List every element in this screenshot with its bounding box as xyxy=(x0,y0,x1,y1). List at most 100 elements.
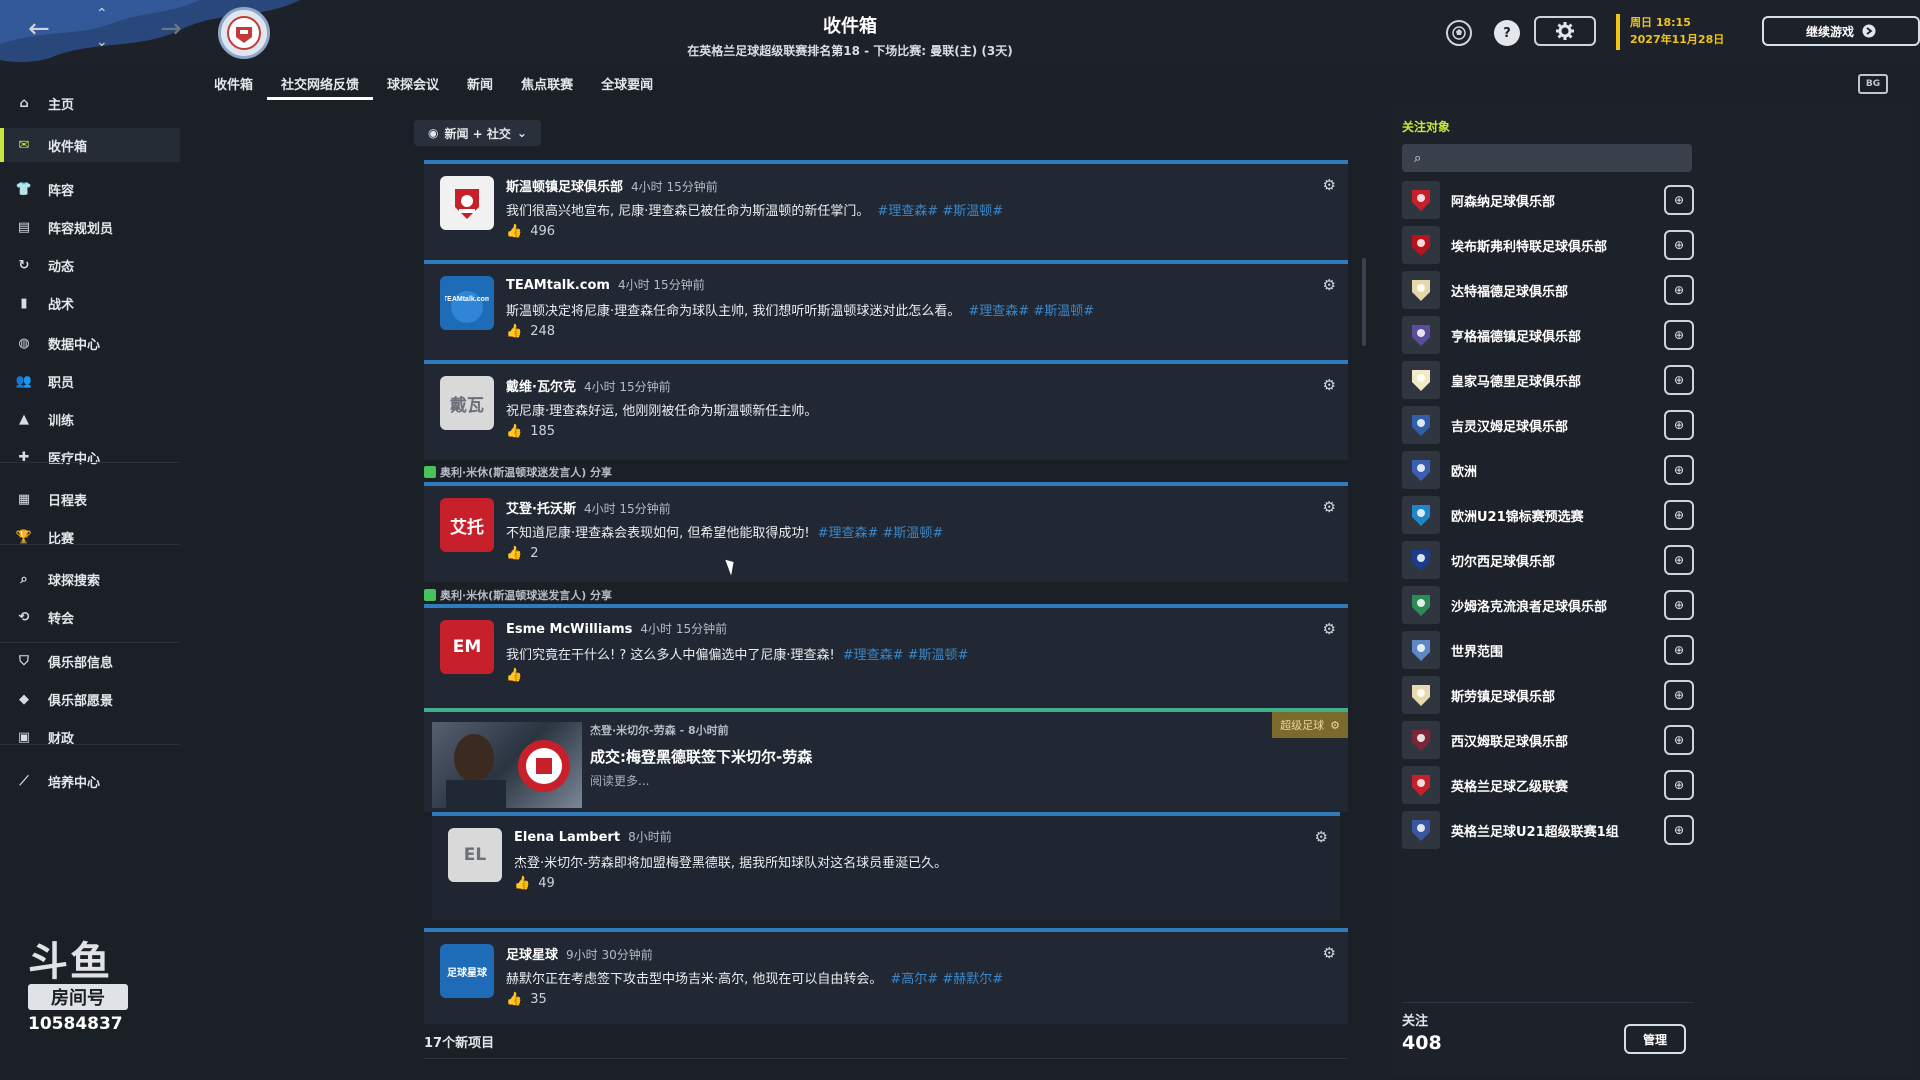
settings-button[interactable] xyxy=(1534,16,1596,46)
following-search-input[interactable]: ⌕ xyxy=(1402,144,1692,172)
following-item[interactable]: 沙姆洛克流浪者足球俱乐部 ⊕ xyxy=(1402,585,1694,625)
follow-add-icon[interactable]: ⊕ xyxy=(1664,500,1694,530)
sidebar-item-finance[interactable]: ▣ 财政 xyxy=(0,720,180,754)
gear-icon[interactable]: ⚙ xyxy=(1330,719,1340,732)
sidebar-item-dynamics[interactable]: ↻ 动态 xyxy=(0,248,180,282)
tab-inbox[interactable]: 收件箱 xyxy=(200,70,267,100)
feed-post[interactable]: 艾托 艾登·托沃斯 4小时 15分钟前 不知道尼康·理查森会表现如何, 但希望他能… xyxy=(424,482,1348,582)
help-icon[interactable]: ? xyxy=(1494,20,1520,46)
news-reply-post[interactable]: EL Elena Lambert 8小时前 杰登·米切尔-劳森即将加盟梅登黑德联,… xyxy=(432,812,1340,920)
sidebar-item-home[interactable]: ⌂ 主页 xyxy=(0,86,180,120)
tab-news[interactable]: 新闻 xyxy=(453,70,507,100)
new-items-count[interactable]: 17个新项目 xyxy=(424,1032,494,1051)
following-item[interactable]: 切尔西足球俱乐部 ⊕ xyxy=(1402,540,1694,580)
post-likes[interactable]: 👍 248 xyxy=(506,324,555,339)
follow-add-icon[interactable]: ⊕ xyxy=(1664,545,1694,575)
gear-icon[interactable]: ⚙ xyxy=(1323,376,1336,394)
sidebar-item-inbox[interactable]: ✉ 收件箱 xyxy=(0,128,180,162)
post-author[interactable]: 斯温顿镇足球俱乐部 xyxy=(506,180,623,195)
club-badge[interactable] xyxy=(218,7,270,59)
forward-arrow-icon[interactable]: → xyxy=(160,14,182,44)
gear-icon[interactable]: ⚙ xyxy=(1323,944,1336,962)
gear-icon[interactable]: ⚙ xyxy=(1315,828,1328,846)
following-item[interactable]: 西汉姆联足球俱乐部 ⊕ xyxy=(1402,720,1694,760)
sidebar-item-development[interactable]: ⟋ 培养中心 xyxy=(0,764,180,798)
sidebar-item-vision[interactable]: ◆ 俱乐部愿景 xyxy=(0,682,180,716)
feed-scrollbar[interactable] xyxy=(1362,258,1366,346)
sidebar-item-staff[interactable]: 👥 职员 xyxy=(0,364,180,398)
following-item[interactable]: 达特福德足球俱乐部 ⊕ xyxy=(1402,270,1694,310)
layout-toggle-icon[interactable]: BG xyxy=(1858,74,1888,94)
post-tags[interactable]: #理查森# #斯温顿# xyxy=(843,648,969,663)
follow-add-icon[interactable]: ⊕ xyxy=(1664,410,1694,440)
post-author[interactable]: Elena Lambert xyxy=(514,830,620,845)
read-more-link[interactable]: 阅读更多... xyxy=(590,772,649,789)
feed-post[interactable]: EM Esme McWilliams 4小时 15分钟前 我们究竟在干什么! ? … xyxy=(424,604,1348,708)
follow-add-icon[interactable]: ⊕ xyxy=(1664,590,1694,620)
post-likes[interactable]: 👍 2 xyxy=(506,546,538,561)
chevron-up-icon[interactable]: ⌃ xyxy=(96,6,108,22)
tab-world-news[interactable]: 全球要闻 xyxy=(587,70,667,100)
gear-icon[interactable]: ⚙ xyxy=(1323,620,1336,638)
sidebar-item-medical[interactable]: ✚ 医疗中心 xyxy=(0,440,180,474)
continue-button[interactable]: 继续游戏 xyxy=(1762,16,1920,46)
sidebar-item-clipboard[interactable]: ▤ 阵容规划员 xyxy=(0,210,180,244)
following-item[interactable]: 欧洲U21锦标赛预选赛 ⊕ xyxy=(1402,495,1694,535)
post-author[interactable]: 戴维·瓦尔克 xyxy=(506,380,576,395)
tab-focus-leagues[interactable]: 焦点联赛 xyxy=(507,70,587,100)
follow-add-icon[interactable]: ⊕ xyxy=(1664,815,1694,845)
news-card[interactable]: 杰登·米切尔-劳森 - 8小时前 成交:梅登黑德联签下米切尔-劳森 阅读更多..… xyxy=(424,708,1348,812)
following-item[interactable]: 亨格福德镇足球俱乐部 ⊕ xyxy=(1402,315,1694,355)
football-icon[interactable] xyxy=(1446,20,1472,46)
sidebar-item-tactics[interactable]: ▮ 战术 xyxy=(0,286,180,320)
back-arrow-icon[interactable]: ← xyxy=(28,14,50,44)
post-tags[interactable]: #理查森# #斯温顿# xyxy=(877,204,1003,219)
follow-add-icon[interactable]: ⊕ xyxy=(1664,230,1694,260)
sidebar-item-shield[interactable]: ⛉ 俱乐部信息 xyxy=(0,644,180,678)
gear-icon[interactable]: ⚙ xyxy=(1323,176,1336,194)
follow-add-icon[interactable]: ⊕ xyxy=(1664,770,1694,800)
post-author[interactable]: Esme McWilliams xyxy=(506,622,632,637)
following-item[interactable]: 皇家马德里足球俱乐部 ⊕ xyxy=(1402,360,1694,400)
following-item[interactable]: 英格兰足球U21超级联赛1组 ⊕ xyxy=(1402,810,1694,850)
sidebar-item-search[interactable]: ⌕ 球探搜索 xyxy=(0,562,180,596)
follow-add-icon[interactable]: ⊕ xyxy=(1664,365,1694,395)
follow-add-icon[interactable]: ⊕ xyxy=(1664,680,1694,710)
follow-add-icon[interactable]: ⊕ xyxy=(1664,455,1694,485)
post-likes[interactable]: 👍 185 xyxy=(506,424,555,439)
post-author[interactable]: 足球星球 xyxy=(506,948,558,963)
following-item[interactable]: 英格兰足球乙级联赛 ⊕ xyxy=(1402,765,1694,805)
gear-icon[interactable]: ⚙ xyxy=(1323,276,1336,294)
following-item[interactable]: 吉灵汉姆足球俱乐部 ⊕ xyxy=(1402,405,1694,445)
follow-add-icon[interactable]: ⊕ xyxy=(1664,185,1694,215)
gear-icon[interactable]: ⚙ xyxy=(1323,498,1336,516)
game-date[interactable]: 周日 18:15 2027年11月28日 xyxy=(1616,14,1724,50)
following-item[interactable]: 斯劳镇足球俱乐部 ⊕ xyxy=(1402,675,1694,715)
manage-button[interactable]: 管理 xyxy=(1624,1024,1686,1054)
post-likes[interactable]: 👍 49 xyxy=(514,876,555,891)
sidebar-item-training[interactable]: ▲ 训练 xyxy=(0,402,180,436)
sidebar-item-shirt[interactable]: 👕 阵容 xyxy=(0,172,180,206)
sidebar-item-data[interactable]: ◍ 数据中心 xyxy=(0,326,180,360)
feed-post[interactable]: 足球星球 足球星球 9小时 30分钟前 赫默尔正在考虑签下攻击型中场吉米·高尔, … xyxy=(424,928,1348,1024)
follow-add-icon[interactable]: ⊕ xyxy=(1664,320,1694,350)
post-author[interactable]: 艾登·托沃斯 xyxy=(506,502,576,517)
feed-post[interactable]: 戴瓦 戴维·瓦尔克 4小时 15分钟前 祝尼康·理查森好运, 他刚刚被任命为斯温顿… xyxy=(424,360,1348,460)
sidebar-item-transfer[interactable]: ⟲ 转会 xyxy=(0,600,180,634)
feed-filter-dropdown[interactable]: ◉ 新闻 + 社交 ⌄ xyxy=(414,120,541,146)
tab-scouting-meeting[interactable]: 球探会议 xyxy=(373,70,453,100)
feed-post[interactable]: 斯温顿镇足球俱乐部 4小时 15分钟前 我们很高兴地宣布, 尼康·理查森已被任命为… xyxy=(424,160,1348,260)
feed-post[interactable]: TEAMtalk.com TEAMtalk.com 4小时 15分钟前 斯温顿决定… xyxy=(424,260,1348,360)
post-likes[interactable]: 👍 35 xyxy=(506,992,547,1007)
follow-add-icon[interactable]: ⊕ xyxy=(1664,635,1694,665)
post-author[interactable]: TEAMtalk.com xyxy=(506,278,610,293)
sidebar-item-trophy[interactable]: 🏆 比赛 xyxy=(0,520,180,554)
following-item[interactable]: 埃布斯弗利特联足球俱乐部 ⊕ xyxy=(1402,225,1694,265)
news-headline[interactable]: 成交:梅登黑德联签下米切尔-劳森 xyxy=(590,746,812,767)
follow-add-icon[interactable]: ⊕ xyxy=(1664,275,1694,305)
following-item[interactable]: 阿森纳足球俱乐部 ⊕ xyxy=(1402,180,1694,220)
following-item[interactable]: 欧洲 ⊕ xyxy=(1402,450,1694,490)
chevron-down-icon[interactable]: ⌄ xyxy=(96,34,108,50)
post-tags[interactable]: #理查森# #斯温顿# xyxy=(818,526,944,541)
post-tags[interactable]: #高尔# #赫默尔# xyxy=(890,972,1003,987)
